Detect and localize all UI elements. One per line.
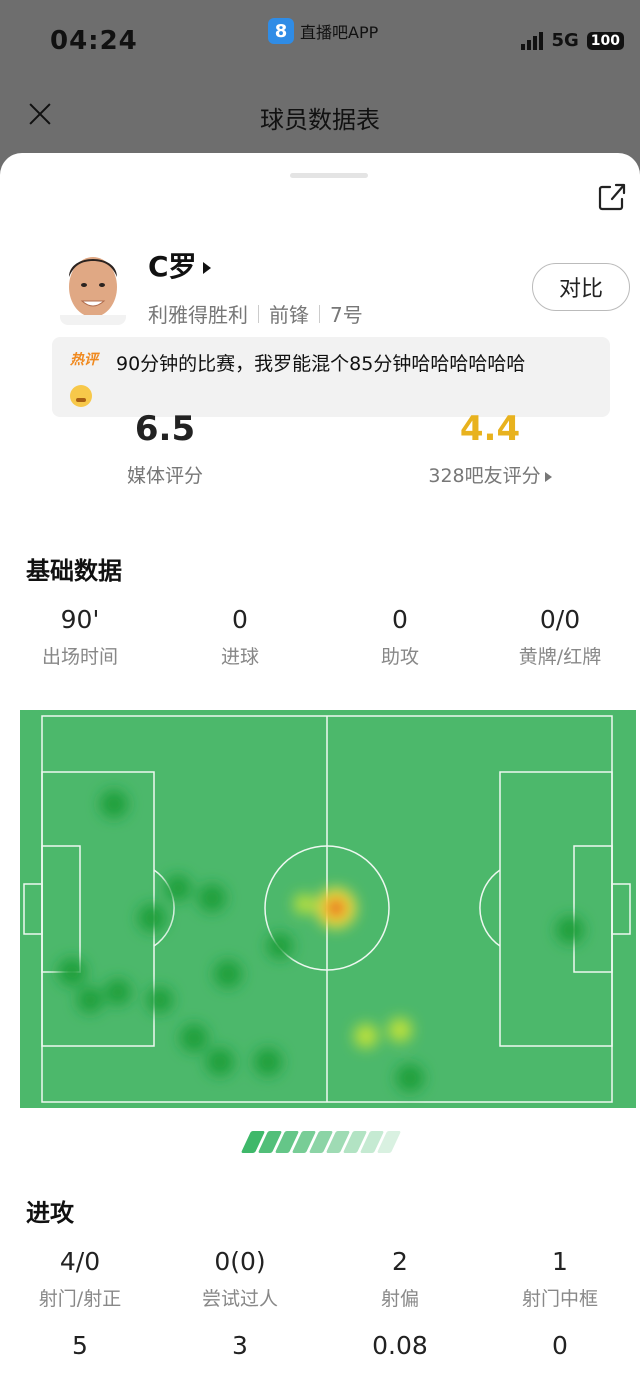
- meta-divider: [319, 304, 320, 323]
- arrow-right-icon: [202, 262, 211, 274]
- player-name[interactable]: C罗: [148, 245, 211, 285]
- stat-value: 0(0): [214, 1247, 266, 1276]
- stat-value: 3: [232, 1331, 248, 1360]
- media-rating: 6.5 媒体评分: [100, 409, 230, 488]
- hot-comment-text: 90分钟的比赛，我罗能混个85分钟哈哈哈哈哈哈: [116, 353, 526, 375]
- stat-item: 0.08: [320, 1331, 480, 1360]
- network-type: 5G: [551, 30, 579, 51]
- stat-item: 5: [0, 1331, 160, 1360]
- stat-label: 射偏: [380, 1288, 419, 1310]
- hot-comment-tag: 热评: [70, 352, 98, 368]
- section-title-attack: 进攻: [26, 1199, 74, 1227]
- app-badge: 8 直播吧APP: [268, 18, 378, 44]
- media-rating-value: 6.5: [134, 409, 196, 449]
- stat-value: 0.08: [372, 1331, 428, 1360]
- laughing-emoji-icon: [70, 385, 92, 407]
- player-meta: 利雅得胜利 前锋 7号: [148, 299, 363, 328]
- share-icon[interactable]: [596, 181, 628, 213]
- stat-value: 0: [392, 605, 408, 634]
- app-logo-icon: 8: [268, 18, 294, 44]
- status-bar: 04:24 8 直播吧APP 5G 100: [0, 0, 640, 80]
- page-header: 球员数据表: [0, 86, 640, 146]
- stat-item: 2 射偏: [320, 1247, 480, 1311]
- stat-label: 尝试过人: [201, 1288, 278, 1310]
- player-avatar: [60, 243, 126, 325]
- stat-label: 黄牌/红牌: [518, 646, 602, 668]
- stat-label: 射门/射正: [38, 1288, 122, 1310]
- stat-value: 4/0: [59, 1247, 101, 1276]
- meta-divider: [258, 304, 259, 323]
- fan-rating-label: 328吧友评分: [410, 461, 570, 488]
- stat-value: 90': [60, 605, 100, 634]
- stat-value: 2: [392, 1247, 408, 1276]
- app-name: 直播吧APP: [300, 23, 379, 42]
- section-title-basic: 基础数据: [26, 557, 122, 585]
- signal-icon: [521, 31, 544, 50]
- stat-item: 3: [160, 1331, 320, 1360]
- stat-value: 0: [232, 605, 248, 634]
- sheet-grabber[interactable]: [290, 173, 368, 178]
- fan-rating-value: 4.4: [459, 409, 521, 449]
- stat-label: 进球: [220, 646, 259, 668]
- compare-button[interactable]: 对比: [532, 263, 630, 311]
- stat-item: 90' 出场时间: [0, 605, 160, 669]
- stat-item: 0(0) 尝试过人: [160, 1247, 320, 1311]
- fan-rating[interactable]: 4.4 328吧友评分: [410, 409, 570, 488]
- player-team: 利雅得胜利: [148, 303, 248, 327]
- hot-comment[interactable]: 热评 90分钟的比赛，我罗能混个85分钟哈哈哈哈哈哈: [52, 337, 610, 417]
- stat-item: 0/0 黄牌/红牌: [480, 605, 640, 669]
- status-indicators: 5G 100: [521, 30, 624, 51]
- player-number: 7号: [330, 303, 363, 327]
- stat-item: 0 进球: [160, 605, 320, 669]
- stat-item: 0 助攻: [320, 605, 480, 669]
- attack-stats-row: 4/0 射门/射正 0(0) 尝试过人 2 射偏 1 射门中框: [0, 1247, 640, 1311]
- stat-value: 1: [552, 1247, 568, 1276]
- stat-label: 射门中框: [521, 1288, 598, 1310]
- swipe-chevrons-icon: [240, 1131, 402, 1153]
- stat-item: 1 射门中框: [480, 1247, 640, 1311]
- player-position: 前锋: [269, 303, 309, 327]
- stat-item: 4/0 射门/射正: [0, 1247, 160, 1311]
- stat-label: 助攻: [380, 646, 419, 668]
- battery-icon: 100: [586, 31, 624, 50]
- heatmap-pitch: [20, 710, 636, 1108]
- page-title: 球员数据表: [260, 106, 380, 134]
- status-time: 04:24: [50, 26, 138, 56]
- stat-value: 0/0: [539, 605, 581, 634]
- stat-value: 0: [552, 1331, 568, 1360]
- attack-stats-row-2: 5 3 0.08 0: [0, 1331, 640, 1360]
- stat-value: 5: [72, 1331, 88, 1360]
- basic-stats-row: 90' 出场时间 0 进球 0 助攻 0/0 黄牌/红牌: [0, 605, 640, 669]
- stat-item: 0: [480, 1331, 640, 1360]
- player-stats-sheet: C罗 利雅得胜利 前锋 7号 对比 热评 90分钟的比赛，我罗能混个85分钟哈哈…: [0, 153, 640, 1373]
- stat-label: 出场时间: [41, 646, 118, 668]
- media-rating-label: 媒体评分: [126, 465, 203, 487]
- arrow-right-icon: [544, 471, 552, 482]
